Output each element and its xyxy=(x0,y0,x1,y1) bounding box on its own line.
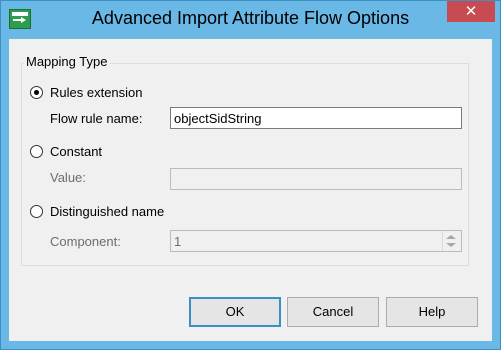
dialog-title: Advanced Import Attribute Flow Options xyxy=(91,8,410,28)
chevron-down-icon[interactable] xyxy=(446,243,456,247)
ok-button[interactable]: OK xyxy=(189,297,281,327)
close-button[interactable]: ✕ xyxy=(447,1,495,22)
distinguished-name-label[interactable]: Distinguished name xyxy=(50,204,164,219)
constant-label[interactable]: Constant xyxy=(50,144,102,159)
title-bar[interactable]: Advanced Import Attribute Flow Options ✕ xyxy=(1,1,500,39)
rules-extension-label[interactable]: Rules extension xyxy=(50,85,143,100)
close-icon: ✕ xyxy=(464,2,478,20)
dialog-window: Advanced Import Attribute Flow Options ✕… xyxy=(0,0,501,350)
flow-rule-name-input[interactable]: objectSidString xyxy=(170,107,462,129)
radio-selected-dot xyxy=(34,90,39,95)
dialog-client-area: Mapping Type Rules extension Flow rule n… xyxy=(9,39,492,341)
value-label: Value: xyxy=(50,170,86,185)
mapping-type-legend: Mapping Type xyxy=(23,54,111,69)
component-stepper[interactable]: 1 xyxy=(170,230,462,252)
cancel-button[interactable]: Cancel xyxy=(287,297,379,327)
chevron-up-icon[interactable] xyxy=(446,235,456,239)
value-input[interactable] xyxy=(170,168,462,190)
component-spin-buttons[interactable] xyxy=(442,231,461,251)
component-label: Component: xyxy=(50,234,121,249)
constant-radio[interactable] xyxy=(30,145,43,158)
flow-rule-name-label: Flow rule name: xyxy=(50,111,143,126)
help-button[interactable]: Help xyxy=(386,297,478,327)
distinguished-name-radio[interactable] xyxy=(30,205,43,218)
rules-extension-radio[interactable] xyxy=(30,86,43,99)
